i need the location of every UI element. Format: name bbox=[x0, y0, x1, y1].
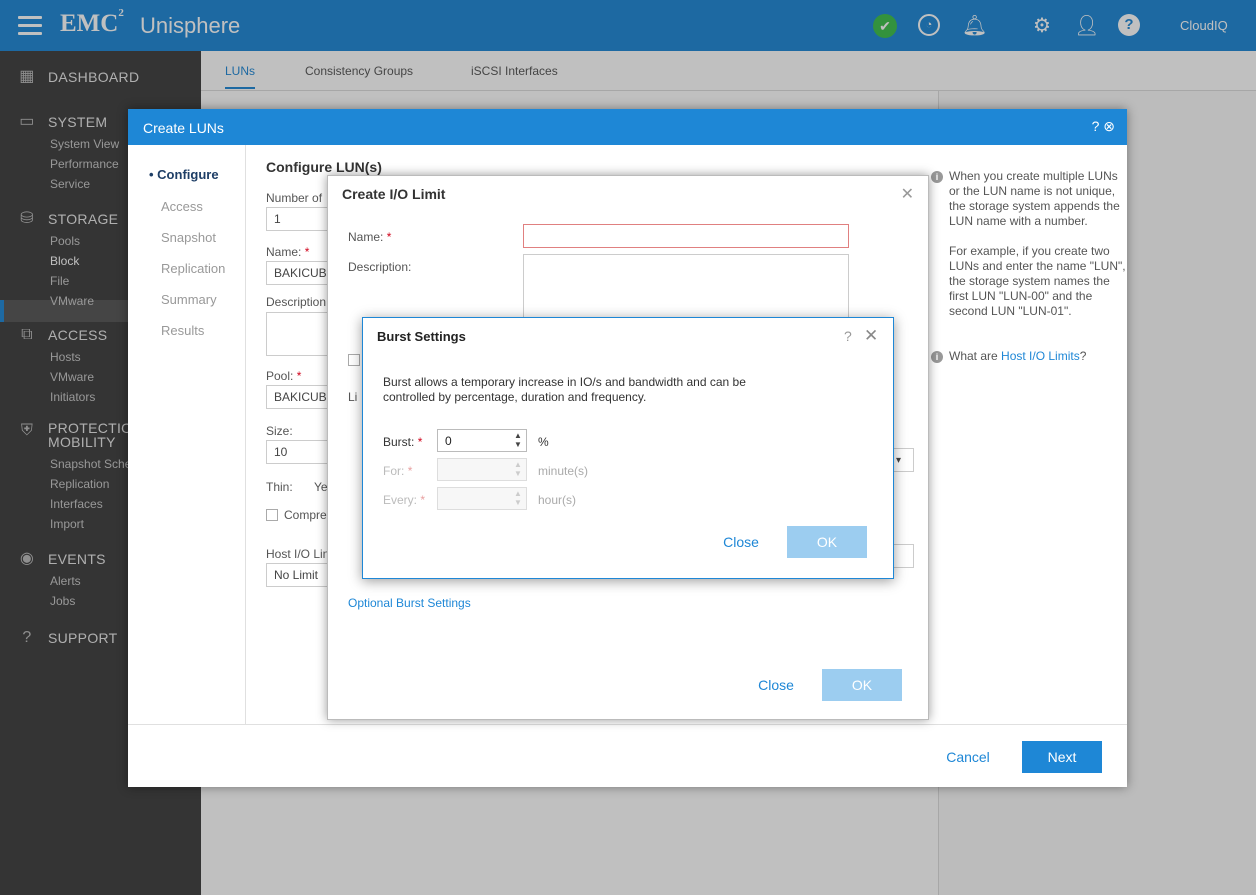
spinner-arrows-icon[interactable]: ▲ ▼ bbox=[513, 489, 523, 507]
close-icon[interactable]: ✕ bbox=[901, 184, 914, 204]
burst-percent-stepper[interactable]: 0 ▲ ▼ bbox=[437, 429, 527, 452]
name-field[interactable]: BAKICUBUK bbox=[266, 261, 343, 285]
burst-title: Burst Settings bbox=[377, 329, 466, 344]
step-configure[interactable]: • Configure bbox=[149, 167, 219, 182]
description-field[interactable] bbox=[266, 312, 328, 356]
number-label: Number of bbox=[266, 191, 323, 205]
hint-text: i When you create multiple LUNs or the L… bbox=[931, 169, 1129, 364]
burst-close-button[interactable]: Close bbox=[713, 526, 769, 558]
io-limit-label: Li bbox=[348, 390, 358, 404]
for-minutes-stepper[interactable]: ▲ ▼ bbox=[437, 458, 527, 481]
thin-label: Thin: bbox=[266, 480, 293, 494]
next-button[interactable]: Next bbox=[1022, 741, 1102, 773]
every-hours-stepper[interactable]: ▲ ▼ bbox=[437, 487, 527, 510]
io-limit-checkbox[interactable] bbox=[348, 354, 360, 366]
host-io-limit-label: Host I/O Lin bbox=[266, 547, 330, 561]
cancel-button[interactable]: Cancel bbox=[933, 741, 1003, 773]
configure-heading: Configure LUN(s) bbox=[266, 159, 382, 175]
step-access[interactable]: Access bbox=[161, 199, 203, 214]
size-field[interactable]: 10 bbox=[266, 440, 328, 464]
close-icon[interactable]: ? ⊗ bbox=[1092, 118, 1115, 135]
io-description-label: Description: bbox=[348, 260, 412, 274]
pool-label: Pool: * bbox=[266, 369, 302, 383]
host-io-limits-link[interactable]: Host I/O Limits bbox=[1001, 349, 1080, 363]
number-field[interactable]: 1 bbox=[266, 207, 328, 231]
io-name-label: Name: * bbox=[348, 230, 392, 244]
pool-select[interactable]: BAKICUBUK bbox=[266, 385, 343, 409]
io-description-field[interactable] bbox=[523, 254, 849, 324]
io-limit-title: Create I/O Limit bbox=[342, 186, 446, 202]
create-luns-title-bar: Create LUNs ? ⊗ bbox=[128, 109, 1127, 145]
burst-ok-button[interactable]: OK bbox=[787, 526, 867, 558]
for-label: For: * bbox=[383, 464, 413, 478]
wizard-steps: • Configure Access Snapshot Replication … bbox=[128, 145, 246, 724]
help-icon[interactable]: ? bbox=[844, 328, 852, 344]
step-results[interactable]: Results bbox=[161, 323, 204, 338]
spinner-arrows-icon[interactable]: ▲ ▼ bbox=[513, 460, 523, 478]
host-io-limit-select[interactable]: No Limit bbox=[266, 563, 328, 587]
burst-unit: % bbox=[538, 435, 549, 449]
step-snapshot[interactable]: Snapshot bbox=[161, 230, 216, 245]
thin-value: Ye bbox=[314, 480, 328, 494]
host-io-help: i What are Host I/O Limits? bbox=[931, 349, 1129, 364]
name-label: Name: * bbox=[266, 245, 310, 259]
step-replication[interactable]: Replication bbox=[161, 261, 225, 276]
info-icon: i bbox=[931, 171, 943, 183]
info-icon: i bbox=[931, 351, 943, 363]
io-close-button[interactable]: Close bbox=[748, 669, 804, 701]
burst-description: Burst allows a temporary increase in IO/… bbox=[383, 375, 746, 404]
io-ok-button[interactable]: OK bbox=[822, 669, 902, 701]
description-label: Description bbox=[266, 295, 327, 309]
io-name-field[interactable] bbox=[523, 224, 849, 248]
optional-burst-settings-link[interactable]: Optional Burst Settings bbox=[348, 596, 471, 610]
every-label: Every: * bbox=[383, 493, 426, 507]
create-luns-title: Create LUNs bbox=[143, 120, 224, 136]
spinner-arrows-icon[interactable]: ▲ ▼ bbox=[513, 431, 523, 449]
compression-checkbox[interactable]: Compre bbox=[266, 508, 327, 522]
for-unit: minute(s) bbox=[538, 464, 589, 478]
every-unit: hour(s) bbox=[538, 493, 577, 507]
size-label: Size: bbox=[266, 424, 293, 438]
create-luns-footer: Cancel Next bbox=[128, 724, 1127, 787]
burst-label: Burst: * bbox=[383, 435, 423, 449]
step-summary[interactable]: Summary bbox=[161, 292, 217, 307]
burst-settings-dialog: Burst Settings ? ✕ Burst allows a tempor… bbox=[362, 317, 894, 579]
close-icon[interactable]: ✕ bbox=[864, 326, 878, 346]
burst-value: 0 bbox=[445, 434, 452, 448]
